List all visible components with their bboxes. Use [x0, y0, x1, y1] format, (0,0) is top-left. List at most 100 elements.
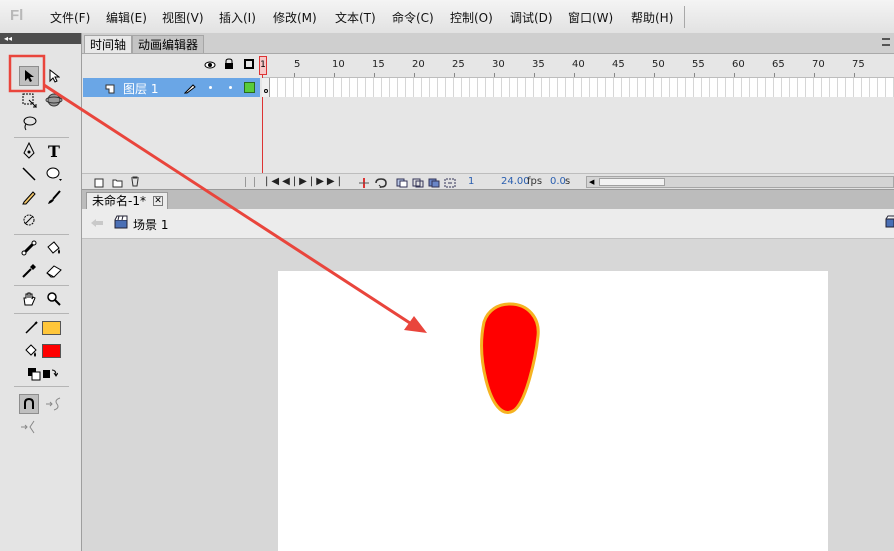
stage[interactable] — [278, 271, 828, 551]
zoom-tool-icon[interactable] — [44, 289, 64, 309]
eraser-tool-icon[interactable] — [44, 261, 64, 281]
tab-timeline[interactable]: 时间轴 — [84, 35, 133, 53]
document-tab[interactable]: 未命名-1* ✕ — [86, 192, 168, 210]
time-readout[interactable]: 0.0 — [550, 176, 566, 187]
playhead[interactable]: 1 — [259, 56, 267, 75]
eyedropper-tool-icon[interactable] — [19, 261, 39, 281]
menu-modify[interactable]: 修改(M) — [273, 9, 317, 27]
hand-tool-icon[interactable] — [19, 289, 39, 309]
menu-commands[interactable]: 命令(C) — [392, 9, 434, 27]
line-tool-icon[interactable] — [19, 164, 39, 184]
layer-visibility-dot[interactable] — [209, 86, 212, 89]
menu-window[interactable]: 窗口(W) — [568, 9, 613, 27]
fill-color-icon — [21, 341, 41, 361]
scrollbar-thumb[interactable] — [599, 178, 665, 186]
ruler-tick — [334, 73, 335, 77]
stroke-color-swatch[interactable] — [42, 321, 61, 335]
frame-ruler[interactable]: 5 10 15 20 25 30 35 40 45 50 55 60 65 70 75 — [262, 55, 894, 78]
smooth-icon[interactable] — [44, 394, 64, 414]
ruler-tick — [494, 73, 495, 77]
ruler-tick — [414, 73, 415, 77]
tool-divider — [14, 234, 69, 235]
bone-tool-icon[interactable] — [19, 238, 39, 258]
menu-help[interactable]: 帮助(H) — [631, 9, 673, 27]
panel-menu-icon[interactable] — [882, 38, 890, 46]
play-icon[interactable]: ▶ — [299, 176, 310, 187]
brush-tool-icon[interactable] — [44, 187, 64, 207]
menu-divider — [684, 6, 685, 28]
keyframe[interactable] — [262, 78, 270, 97]
delete-layer-icon[interactable] — [130, 176, 140, 190]
ruler-tick — [534, 73, 535, 77]
go-to-first-frame-icon[interactable]: |◀ — [265, 176, 282, 187]
pen-tool-icon[interactable] — [19, 141, 39, 161]
menu-debug[interactable]: 调试(D) — [510, 9, 553, 27]
timeline-scrollbar[interactable]: ◀ — [586, 176, 894, 188]
ruler-number: 10 — [332, 59, 345, 70]
layer-outline-color[interactable] — [244, 82, 255, 93]
ruler-tick — [774, 73, 775, 77]
timeline-panel: 5 10 15 20 25 30 35 40 45 50 55 60 65 70 75 1 图层 1 |◀◀… — [82, 53, 894, 190]
subselection-tool-icon[interactable] — [44, 66, 64, 86]
playback-controls[interactable]: |◀◀|▶|▶▶| — [265, 176, 344, 187]
lock-all-icon[interactable] — [224, 58, 234, 73]
layer-row[interactable]: 图层 1 — [83, 78, 260, 97]
outline-all-icon[interactable] — [244, 59, 254, 69]
close-icon[interactable]: ✕ — [153, 196, 163, 206]
ruler-number: 55 — [692, 59, 705, 70]
straighten-icon[interactable] — [19, 417, 39, 437]
tool-divider — [14, 285, 69, 286]
3d-rotation-tool-icon[interactable] — [44, 90, 64, 110]
ruler-tick — [574, 73, 575, 77]
oval-tool-icon[interactable] — [44, 164, 64, 184]
ruler-number: 65 — [772, 59, 785, 70]
edit-bar: 场景 1 — [82, 209, 894, 239]
tool-divider — [14, 386, 69, 387]
splitter-handle[interactable] — [245, 177, 255, 187]
frames-row[interactable] — [262, 78, 894, 97]
menu-file[interactable]: 文件(F) — [50, 9, 90, 27]
layer-name[interactable]: 图层 1 — [123, 80, 158, 97]
ruler-tick — [814, 73, 815, 77]
back-arrow-icon[interactable] — [90, 217, 104, 231]
swap-colors-icon[interactable] — [40, 364, 60, 384]
fps-readout[interactable]: 24.00 — [501, 176, 530, 187]
menu-insert[interactable]: 插入(I) — [219, 9, 256, 27]
scene-clapper-icon — [114, 215, 128, 232]
lasso-tool-icon[interactable] — [19, 113, 39, 133]
scroll-left-icon[interactable]: ◀ — [589, 178, 594, 186]
step-forward-icon[interactable]: |▶ — [310, 176, 327, 187]
fill-color-swatch[interactable] — [42, 344, 61, 358]
paint-bucket-tool-icon[interactable] — [44, 238, 64, 258]
snap-to-objects-icon[interactable] — [19, 394, 39, 414]
step-back-icon[interactable]: ◀| — [282, 176, 299, 187]
edit-scene-icon[interactable] — [884, 215, 894, 232]
menu-text[interactable]: 文本(T) — [335, 9, 376, 27]
tool-divider — [14, 137, 69, 138]
selection-tool-icon[interactable] — [19, 66, 39, 86]
free-transform-tool-icon[interactable] — [19, 90, 39, 110]
text-tool-icon[interactable]: T — [44, 141, 64, 161]
show-hide-all-icon[interactable] — [204, 59, 216, 73]
menu-control[interactable]: 控制(O) — [450, 9, 493, 27]
layer-lock-dot[interactable] — [229, 86, 232, 89]
go-to-last-frame-icon[interactable]: ▶| — [327, 176, 344, 187]
ruler-tick — [734, 73, 735, 77]
tab-motion-editor[interactable]: 动画编辑器 — [132, 35, 205, 53]
tools-panel-header[interactable]: ◂◂ — [0, 33, 81, 44]
ruler-number: 35 — [532, 59, 545, 70]
menu-edit[interactable]: 编辑(E) — [106, 9, 147, 27]
deco-tool-icon[interactable] — [19, 210, 39, 230]
ruler-number: 20 — [412, 59, 425, 70]
center-frame-icon[interactable] — [358, 177, 370, 188]
ruler-number: 75 — [852, 59, 865, 70]
ruler-tick — [854, 73, 855, 77]
ruler-tick — [454, 73, 455, 77]
menu-view[interactable]: 视图(V) — [162, 9, 204, 27]
current-frame-readout[interactable]: 1 — [468, 176, 474, 187]
pencil-tool-icon[interactable] — [19, 187, 39, 207]
scene-name[interactable]: 场景 1 — [133, 216, 168, 233]
ruler-number: 45 — [612, 59, 625, 70]
panel-tabs: 时间轴 动画编辑器 — [82, 33, 894, 53]
app-logo: Fl — [10, 7, 24, 24]
